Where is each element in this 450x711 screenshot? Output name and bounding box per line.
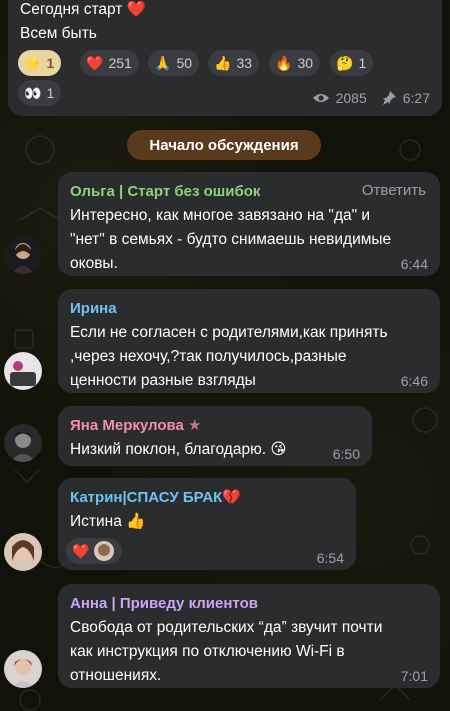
comment-text-line: оковы. — [70, 255, 118, 272]
avatar[interactable] — [4, 533, 42, 571]
comment-text-line: Свобода от родительских “да” звучит почт… — [70, 619, 383, 636]
heart-icon: ❤️ — [86, 55, 104, 71]
reaction-thumbs-up[interactable]: 👍 33 — [208, 50, 260, 76]
avatar-image — [4, 352, 42, 390]
comment-author-name: Катрин|СПАСУ БРАК — [70, 489, 223, 506]
comment-text-line: отношениях. — [70, 667, 162, 684]
comment-bubble[interactable]: Ольга | Старт без ошибок Ответить Интере… — [58, 172, 440, 276]
star-icon: ⭐ — [24, 55, 42, 71]
avatar[interactable] — [4, 650, 42, 688]
discussion-label-text: Начало обсуждения — [149, 136, 299, 154]
post-time: 6:27 — [402, 90, 430, 106]
thumbs-up-icon: 👍 — [214, 55, 232, 71]
reaction-count: 30 — [297, 55, 314, 71]
comment-reaction[interactable]: ❤️ — [66, 538, 122, 564]
comment-text-line: как инструкция по отключению Wi-Fi в — [70, 643, 345, 660]
comment-author[interactable]: Ирина — [70, 299, 117, 319]
comment-text-line: ценности разные взгляды — [70, 372, 256, 389]
broken-heart-icon: 💔 — [222, 489, 242, 506]
view-count: 2085 — [335, 90, 367, 106]
star-badge-icon: ★ — [188, 417, 202, 434]
reaction-count: 1 — [358, 55, 367, 71]
comment-bubble[interactable]: Анна | Приведу клиентов Свобода от родит… — [58, 584, 440, 688]
post-meta: 2085 6:27 — [312, 90, 430, 106]
comment-bubble[interactable]: Катрин|СПАСУ БРАК💔 Истина 👍 ❤️ 6:54 — [58, 478, 356, 570]
pin-icon — [382, 91, 396, 105]
channel-post[interactable]: Сегодня старт ❤️ Всем быть ⭐ 1 ❤️ 251 🙏 … — [8, 0, 442, 116]
avatar-image — [4, 424, 42, 462]
comment-time: 6:44 — [400, 256, 428, 272]
avatar-image — [4, 650, 42, 688]
avatar[interactable] — [4, 352, 42, 390]
comment-bubble[interactable]: Ирина Если не согласен с родителями,как … — [58, 289, 440, 393]
reaction-count: 33 — [236, 55, 253, 71]
reactor-avatar — [94, 541, 115, 561]
reaction-count: 251 — [108, 55, 132, 71]
comment-time: 7:01 — [400, 668, 428, 684]
post-line-1: Сегодня старт ❤️ — [20, 0, 146, 22]
reaction-count: 1 — [46, 55, 55, 71]
comment-text-line: Низкий поклон, благодарю. 😘 — [70, 441, 287, 458]
eyes-icon: 👀 — [24, 85, 42, 101]
comment-text-line: "нет" в семьях - будто снимаешь невидимы… — [70, 231, 392, 248]
comment-bubble[interactable]: Яна Меркулова ★ Низкий поклон, благодарю… — [58, 406, 372, 466]
comment-time: 6:54 — [316, 550, 344, 566]
avatar[interactable] — [4, 424, 42, 462]
reply-button[interactable]: Ответить — [362, 182, 426, 199]
post-line-1-text: Сегодня старт — [20, 1, 123, 18]
reaction-eyes[interactable]: 👀 1 — [18, 80, 62, 106]
comment-author[interactable]: Катрин|СПАСУ БРАК💔 — [70, 488, 241, 508]
thinking-icon: 🤔 — [336, 55, 354, 71]
avatar-image — [4, 236, 42, 274]
pray-icon: 🙏 — [154, 55, 172, 71]
comment-author-name: Яна Меркулова — [70, 417, 184, 434]
reaction-fire[interactable]: 🔥 30 — [269, 50, 321, 76]
reaction-pray[interactable]: 🙏 50 — [148, 50, 200, 76]
comment-author[interactable]: Яна Меркулова ★ — [70, 416, 202, 436]
avatar-image — [4, 533, 42, 571]
comment-text-line: Истина 👍 — [70, 513, 146, 530]
comment-time: 6:46 — [400, 373, 428, 389]
eye-icon — [312, 94, 329, 102]
comment-time: 6:50 — [332, 446, 360, 462]
comment-text-line: Интересно, как многое завязано на "да" и — [70, 207, 371, 224]
comment-author[interactable]: Анна | Приведу клиентов — [70, 594, 258, 614]
heart-emoji: ❤️ — [126, 1, 147, 18]
fire-icon: 🔥 — [275, 55, 293, 71]
comment-text-line: ,через нехочу,?так получилось,разные — [70, 348, 347, 365]
comment-author[interactable]: Ольга | Старт без ошибок — [70, 182, 260, 202]
comment-text-line: Если не согласен с родителями,как принят… — [70, 324, 388, 341]
reaction-count: 50 — [176, 55, 193, 71]
reaction-heart[interactable]: ❤️ 251 — [80, 50, 139, 76]
reaction-count: 1 — [46, 85, 55, 101]
reaction-star[interactable]: ⭐ 1 — [18, 50, 62, 76]
heart-icon: ❤️ — [72, 543, 90, 559]
discussion-start-label: Начало обсуждения — [127, 130, 321, 160]
avatar[interactable] — [4, 236, 42, 274]
reaction-thinking[interactable]: 🤔 1 — [330, 50, 374, 76]
post-line-2: Всем быть — [20, 25, 97, 42]
